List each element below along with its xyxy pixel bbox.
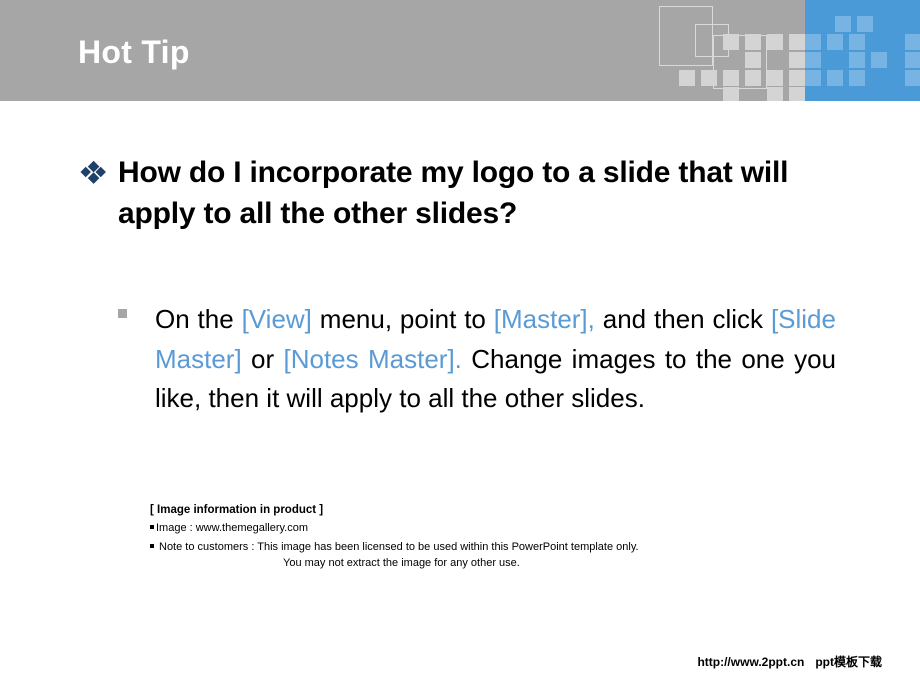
heading-text: How do I incorporate my logo to a slide … (78, 152, 838, 234)
decor-square-blue (905, 34, 920, 50)
decor-square (767, 34, 783, 50)
body-segment: and then click (594, 304, 771, 334)
decor-square-blue (835, 16, 851, 32)
body-block: On the [View] menu, point to [Master], a… (118, 300, 836, 419)
decor-square-blue (905, 70, 920, 86)
body-segment: On the (155, 304, 242, 334)
decor-square (723, 87, 739, 101)
square-bullet-icon (118, 309, 127, 318)
decor-square-blue (805, 52, 821, 68)
fineprint-note-text: Note to customers : This image has been … (159, 541, 639, 553)
heading-line-1: How do I incorporate my logo to a slide (118, 156, 671, 189)
body-segment: menu, point to (311, 304, 494, 334)
body-segment-view: [View] (241, 304, 312, 334)
decor-square-blue (827, 70, 843, 86)
small-square-bullet-icon (150, 544, 154, 548)
decor-square-blue (871, 52, 887, 68)
page-title: Hot Tip (78, 34, 190, 70)
body-segment-notes-master: [Notes Master]. (283, 343, 462, 374)
body-segment: or (241, 343, 284, 374)
decor-square (745, 70, 761, 86)
decor-square-blue (805, 34, 821, 50)
header-accent-panel (805, 0, 920, 101)
heading-block: How do I incorporate my logo to a slide … (78, 152, 838, 234)
fineprint-image-line: Image : www.themegallery.com (150, 521, 790, 536)
footer-url[interactable]: http://www.2ppt.cn (697, 655, 804, 669)
slide: Hot Tip How do I incorporate my logo to … (0, 0, 920, 690)
decor-square-blue (827, 34, 843, 50)
decor-square-blue (849, 70, 865, 86)
fineprint-note-continued: You may not extract the image for any ot… (283, 557, 520, 569)
fineprint-block: [ Image information in product ] Image :… (150, 503, 790, 571)
decor-square (723, 34, 739, 50)
fineprint-image-text: Image : www.themegallery.com (156, 522, 309, 534)
decor-square (745, 34, 761, 50)
decor-square-blue (905, 52, 920, 68)
footer-label: ppt模板下载 (815, 655, 882, 669)
decor-square (767, 70, 783, 86)
body-paragraph: On the [View] menu, point to [Master], a… (118, 300, 836, 419)
decor-square (701, 70, 717, 86)
fineprint-title: [ Image information in product ] (150, 504, 324, 516)
decor-square-blue (805, 70, 821, 86)
decor-square (767, 87, 783, 101)
decor-square (789, 34, 805, 50)
decor-square (789, 52, 805, 68)
diamond-cluster-bullet-icon (78, 160, 108, 190)
body-segment-master: [Master], (493, 304, 595, 334)
decor-square (789, 70, 805, 86)
small-square-bullet-icon (150, 525, 154, 529)
slide-header: Hot Tip (0, 0, 920, 101)
fineprint-note-line: Note to customers : This image has been … (150, 540, 790, 555)
decor-square (679, 70, 695, 86)
decor-square (745, 52, 761, 68)
decor-square-blue (849, 34, 865, 50)
decor-square-blue (857, 16, 873, 32)
footer: http://www.2ppt.cn ppt模板下载 (697, 653, 882, 670)
decor-square (789, 87, 805, 101)
decor-square (723, 70, 739, 86)
decor-square-blue (849, 52, 865, 68)
